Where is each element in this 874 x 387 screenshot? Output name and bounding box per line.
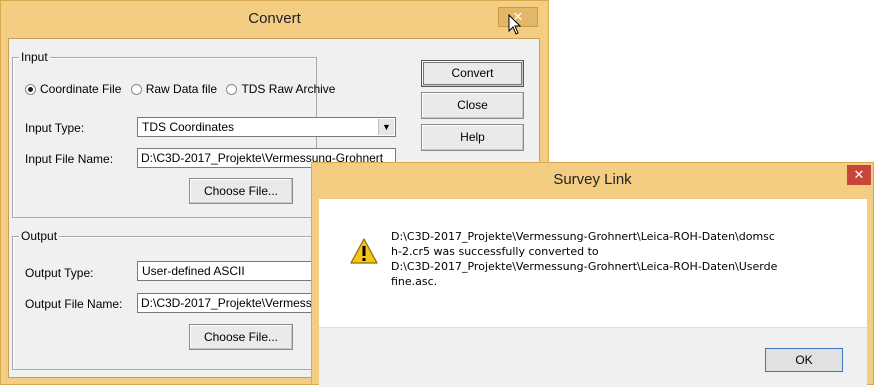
output-type-value: User-defined ASCII	[142, 264, 245, 278]
input-choose-file-button[interactable]: Choose File...	[189, 178, 293, 204]
output-file-name-value: D:\C3D-2017_Projekte\Vermessung-Grohnert…	[141, 296, 314, 310]
survey-link-title: Survey Link	[553, 171, 632, 188]
radio-coordinate-file[interactable]: Coordinate File	[25, 81, 121, 96]
dropdown-arrow-icon[interactable]: ▼	[378, 119, 394, 135]
survey-link-client-area: D:\C3D-2017_Projekte\Vermessung-Grohnert…	[319, 199, 867, 387]
input-source-radio-group: Coordinate File Raw Data file TDS Raw Ar…	[25, 81, 341, 97]
survey-link-footer: OK	[319, 327, 867, 387]
radio-raw-data-file[interactable]: Raw Data file	[130, 81, 217, 96]
output-group: Output Output Type: User-defined ASCII O…	[12, 229, 317, 370]
input-group-label: Input	[19, 50, 50, 64]
convert-window-title: Convert	[248, 10, 301, 27]
input-group: Input Coordinate File Raw Data file TDS …	[12, 50, 396, 218]
output-type-select[interactable]: User-defined ASCII	[137, 261, 315, 281]
radio-button[interactable]	[130, 83, 142, 95]
input-type-label: Input Type:	[25, 121, 85, 135]
warning-icon	[350, 238, 378, 264]
conversion-message: D:\C3D-2017_Projekte\Vermessung-Grohnert…	[391, 230, 778, 288]
output-group-label: Output	[19, 229, 60, 243]
output-file-name-field[interactable]: D:\C3D-2017_Projekte\Vermessung-Grohnert…	[137, 293, 315, 313]
input-type-value: TDS Coordinates	[142, 120, 235, 134]
radio-button[interactable]	[226, 83, 238, 95]
output-file-name-label: Output File Name:	[25, 297, 123, 311]
mouse-pointer-icon	[508, 14, 522, 35]
convert-button[interactable]: Convert	[421, 60, 524, 87]
close-button[interactable]: Close	[421, 92, 524, 119]
ok-button[interactable]: OK	[765, 348, 843, 372]
input-file-name-label: Input File Name:	[25, 152, 114, 166]
survey-close-icon[interactable]: ✕	[847, 165, 871, 185]
radio-tds-raw-archive[interactable]: TDS Raw Archive	[226, 81, 335, 96]
output-choose-file-button[interactable]: Choose File...	[189, 324, 293, 350]
input-type-select[interactable]: TDS Coordinates ▼	[137, 117, 396, 137]
help-button[interactable]: Help	[421, 124, 524, 151]
output-type-label: Output Type:	[25, 266, 94, 280]
radio-button-checked[interactable]	[25, 83, 36, 95]
survey-link-dialog: Survey Link ✕ D:\C3D-2017_Projekte\Verme…	[311, 162, 874, 387]
